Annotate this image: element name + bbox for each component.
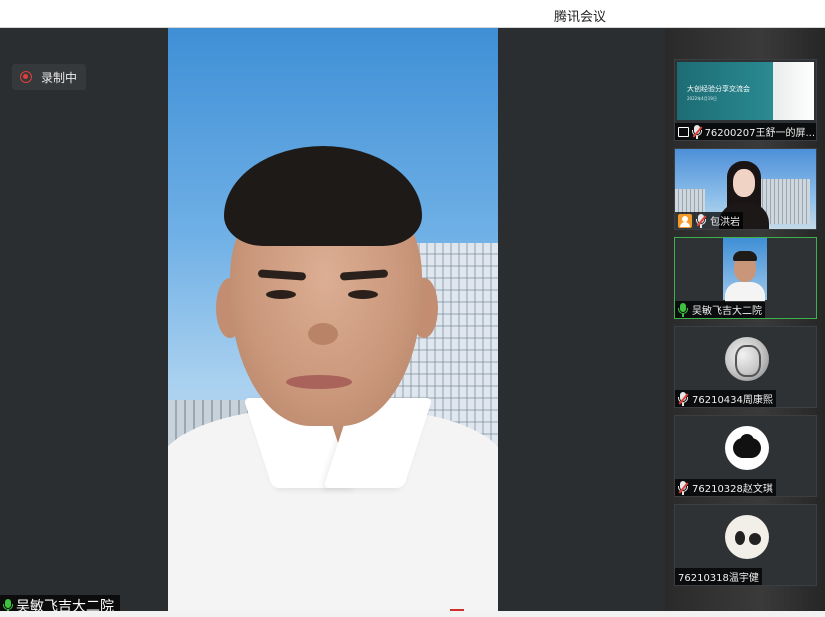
participant-name: 76200207王舒一的屏... (704, 128, 815, 139)
recording-badge[interactable]: 录制中 (12, 64, 86, 90)
screen-share-icon (678, 126, 689, 137)
speaker-hair (224, 146, 422, 246)
microphone-muted-icon (691, 124, 702, 139)
slide-title: 大创经验分享交流会 (687, 85, 750, 93)
microphone-muted-icon (678, 391, 688, 406)
participant-tile-active[interactable]: 吴敏飞吉大二院 (674, 237, 817, 319)
participant-tile[interactable]: 76210318温宇健 (674, 504, 817, 586)
participant-name: 76210318温宇健 (678, 573, 759, 584)
participant-name: 76210328赵文琪 (692, 484, 773, 495)
participant-tile[interactable]: 大创经验分享交流会 2022年4月19日 76200207王舒一的屏... (674, 59, 817, 141)
speaker-mouth (286, 375, 352, 389)
participant-tile[interactable]: 76210434周康熙 (674, 326, 817, 408)
shared-screen-thumbnail: 大创经验分享交流会 2022年4月19日 (677, 62, 814, 120)
participant-tile[interactable]: 包洪岩 (674, 148, 817, 230)
meeting-window: 腾讯会议 录制中 吴敏飞吉大二院 大创经验分享交流会 2022年4月19日 76… (0, 0, 825, 617)
participant-label: 76210434周康熙 (675, 390, 776, 407)
participant-name: 76210434周康熙 (692, 395, 773, 406)
main-stage[interactable]: 录制中 吴敏飞吉大二院 (0, 28, 665, 617)
title-bar: 腾讯会议 (0, 0, 825, 28)
participant-name: 吴敏飞吉大二院 (692, 306, 762, 317)
window-title: 腾讯会议 (553, 10, 606, 25)
participant-label: 76200207王舒一的屏... (675, 123, 816, 140)
participant-label: 76210318温宇健 (675, 568, 762, 585)
participant-label: 包洪岩 (675, 212, 743, 229)
microphone-muted-icon (696, 213, 706, 228)
participant-tile[interactable]: 76210328赵文琪 (674, 415, 817, 497)
person-icon (678, 213, 692, 228)
slide-subtitle: 2022年4月19日 (687, 96, 717, 101)
microphone-icon (678, 302, 688, 317)
speaker-nose (308, 323, 338, 345)
avatar (725, 426, 769, 470)
participant-hair (733, 251, 757, 261)
avatar (725, 337, 769, 381)
participant-face (733, 169, 755, 197)
participant-shirt (725, 282, 765, 302)
microphone-muted-icon (678, 480, 688, 495)
bottom-strip (0, 611, 825, 617)
recording-label: 录制中 (41, 70, 78, 85)
speaker-eye-right (348, 290, 378, 299)
participant-panel[interactable]: 大创经验分享交流会 2022年4月19日 76200207王舒一的屏... 包洪… (665, 28, 825, 617)
record-icon (20, 71, 32, 83)
participant-name: 包洪岩 (710, 217, 740, 228)
participant-label: 吴敏飞吉大二院 (675, 301, 765, 318)
participant-label: 76210328赵文琪 (675, 479, 776, 496)
speaker-eye-left (266, 290, 296, 299)
main-video[interactable] (168, 28, 498, 617)
avatar (725, 515, 769, 559)
